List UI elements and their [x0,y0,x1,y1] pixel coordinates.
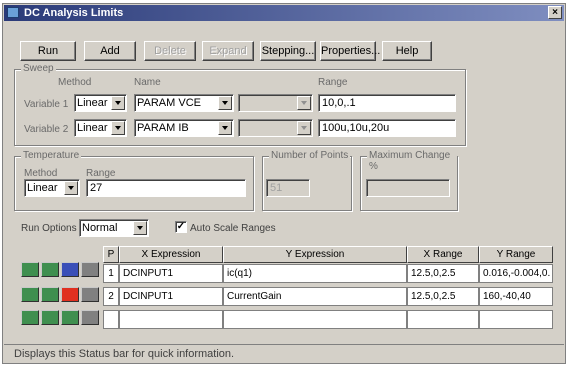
run-options-label: Run Options [21,223,77,234]
variable2-name-value: PARAM IB [137,122,189,134]
status-bar: Displays this Status bar for quick infor… [4,344,564,362]
chevron-down-icon[interactable] [111,121,125,135]
chevron-down-icon[interactable] [297,121,311,135]
plot3-color-swatch-3[interactable] [61,310,79,325]
plot1-color-swatch-1[interactable] [21,262,39,277]
row1-x-expression-cell[interactable]: DCINPUT1 [119,264,223,283]
help-button[interactable]: Help [382,41,432,61]
column-header-p[interactable]: P [103,246,119,263]
window-title: DC Analysis Limits [24,7,124,19]
plot1-color-swatch-3[interactable] [61,262,79,277]
temperature-range-header: Range [86,168,116,179]
row2-x-expression-cell[interactable]: DCINPUT1 [119,287,223,306]
row1-p-cell[interactable]: 1 [103,264,119,283]
variable1-method-value: Linear [77,97,108,109]
maximum-change-field[interactable] [366,179,450,197]
temperature-legend: Temperature [21,150,82,161]
column-header-x-expression[interactable]: X Expression [119,246,223,263]
row2-y-expression-cell[interactable]: CurrentGain [223,287,407,306]
variable1-name-select[interactable]: PARAM VCE [134,94,234,112]
chevron-down-icon[interactable] [218,96,232,110]
row3-y-expression-cell[interactable] [223,310,407,329]
chevron-down-icon[interactable] [64,181,78,195]
row3-x-range-cell[interactable] [407,310,479,329]
temperature-method-select[interactable]: Linear [24,179,80,197]
variable1-label: Variable 1 [24,99,69,110]
variable2-extra-select[interactable] [238,119,313,137]
plot1-color-swatch-4[interactable] [81,262,99,277]
number-of-points-legend: Number of Points [269,150,351,161]
variable2-method-select[interactable]: Linear [74,119,127,137]
temperature-method-value: Linear [27,182,58,194]
temperature-method-header: Method [24,168,58,179]
temperature-range-field[interactable]: 27 [86,179,246,197]
delete-button[interactable]: Delete [144,41,196,61]
app-icon [7,7,19,18]
plot2-color-swatch-4[interactable] [81,287,99,302]
chevron-down-icon[interactable] [133,221,147,235]
column-header-y-expression[interactable]: Y Expression [223,246,407,263]
row1-y-range-cell[interactable]: 0.016,-0.004,0. [479,264,553,283]
chevron-down-icon[interactable] [218,121,232,135]
sweep-range-header: Range [318,77,348,88]
row2-y-range-cell[interactable]: 160,-40,40 [479,287,553,306]
stepping-button[interactable]: Stepping... [260,41,316,61]
chevron-down-icon[interactable] [111,96,125,110]
sweep-method-header: Method [58,77,92,88]
add-button[interactable]: Add [84,41,136,61]
auto-scale-checkbox[interactable]: ✓ [175,221,187,233]
variable2-range-field[interactable]: 100u,10u,20u [318,119,456,137]
row3-p-cell[interactable] [103,310,119,329]
variable2-label: Variable 2 [24,124,69,135]
row2-x-range-cell[interactable]: 12.5,0,2.5 [407,287,479,306]
plot3-color-swatch-1[interactable] [21,310,39,325]
row3-x-expression-cell[interactable] [119,310,223,329]
variable2-method-value: Linear [77,122,108,134]
variable1-name-value: PARAM VCE [137,97,201,109]
expand-button[interactable]: Expand [202,41,254,61]
sweep-name-header: Name [134,77,161,88]
column-header-x-range[interactable]: X Range [407,246,479,263]
plot1-color-swatch-2[interactable] [41,262,59,277]
plot2-color-swatch-2[interactable] [41,287,59,302]
row2-p-cell[interactable]: 2 [103,287,119,306]
plot2-color-swatch-3[interactable] [61,287,79,302]
maximum-change-legend: Maximum Change % [367,150,457,172]
row1-y-expression-cell[interactable]: ic(q1) [223,264,407,283]
variable1-range-field[interactable]: 10,0,.1 [318,94,456,112]
title-bar[interactable]: DC Analysis Limits × [4,5,564,21]
properties-button[interactable]: Properties... [320,41,380,61]
row1-x-range-cell[interactable]: 12.5,0,2.5 [407,264,479,283]
column-header-y-range[interactable]: Y Range [479,246,553,263]
plot2-color-swatch-1[interactable] [21,287,39,302]
run-options-value: Normal [82,222,118,234]
dc-analysis-limits-window: DC Analysis Limits × Run Add Delete Expa… [2,3,566,364]
row3-y-range-cell[interactable] [479,310,553,329]
variable2-name-select[interactable]: PARAM IB [134,119,234,137]
variable1-method-select[interactable]: Linear [74,94,127,112]
variable1-extra-select[interactable] [238,94,313,112]
number-of-points-field[interactable]: 51 [266,179,310,197]
run-button[interactable]: Run [20,41,76,61]
chevron-down-icon[interactable] [297,96,311,110]
run-options-select[interactable]: Normal [79,219,149,237]
close-button[interactable]: × [548,6,562,19]
sweep-legend: Sweep [21,63,56,74]
plot3-color-swatch-4[interactable] [81,310,99,325]
plot3-color-swatch-2[interactable] [41,310,59,325]
auto-scale-label: Auto Scale Ranges [190,223,276,234]
